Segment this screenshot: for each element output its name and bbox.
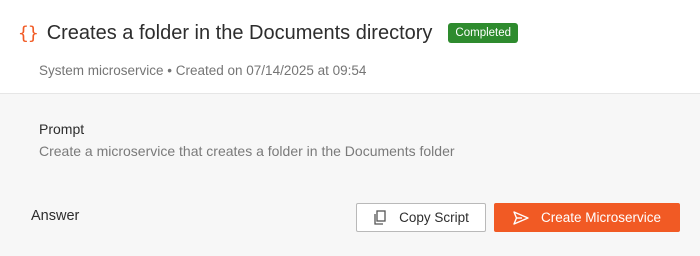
curly-braces-icon: {} xyxy=(18,22,39,44)
microservice-meta: System microservice • Created on 07/14/2… xyxy=(39,63,367,78)
prompt-text: Create a microservice that creates a fol… xyxy=(39,143,455,159)
page-title: Creates a folder in the Documents direct… xyxy=(46,21,433,44)
prompt-label: Prompt xyxy=(39,121,85,137)
create-microservice-button[interactable]: Create Microservice xyxy=(494,203,680,232)
microservice-header: {} Creates a folder in the Documents dir… xyxy=(0,0,700,94)
status-badge: Completed xyxy=(448,23,519,43)
copy-script-button[interactable]: Copy Script xyxy=(356,203,486,232)
answer-label: Answer xyxy=(31,208,80,224)
copy-script-label: Copy Script xyxy=(399,210,469,225)
copy-icon xyxy=(373,210,387,225)
create-microservice-label: Create Microservice xyxy=(540,210,662,225)
title-row: {} Creates a folder in the Documents dir… xyxy=(18,21,519,45)
send-icon xyxy=(513,210,529,225)
